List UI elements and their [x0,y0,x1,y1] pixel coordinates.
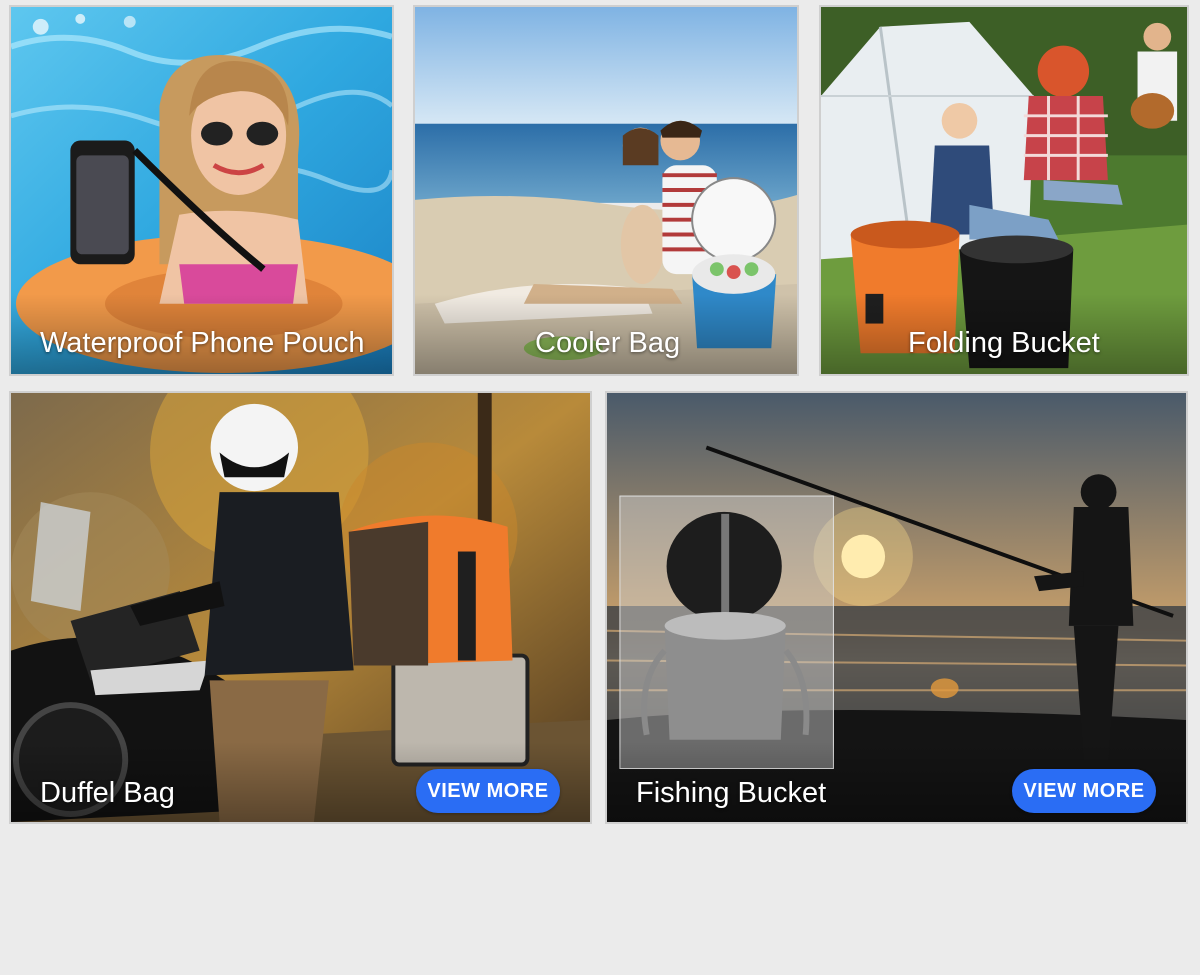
view-more-button[interactable]: VIEW MORE [416,769,560,813]
tile-title: Waterproof Phone Pouch [40,327,365,359]
tile-duffel-bag[interactable]: Duffel Bag VIEW MORE [9,391,592,824]
tile-title: Fishing Bucket [636,777,827,809]
tile-title: Folding Bucket [908,327,1100,359]
tile-cooler-bag[interactable]: Cooler Bag [413,5,799,376]
tile-waterproof-phone-pouch[interactable]: Waterproof Phone Pouch [9,5,394,376]
tile-fishing-bucket[interactable]: Fishing Bucket VIEW MORE [605,391,1188,824]
tile-folding-bucket[interactable]: Folding Bucket [819,5,1189,376]
view-more-button[interactable]: VIEW MORE [1012,769,1156,813]
tile-title: Duffel Bag [40,777,175,809]
tile-title: Cooler Bag [535,327,681,359]
